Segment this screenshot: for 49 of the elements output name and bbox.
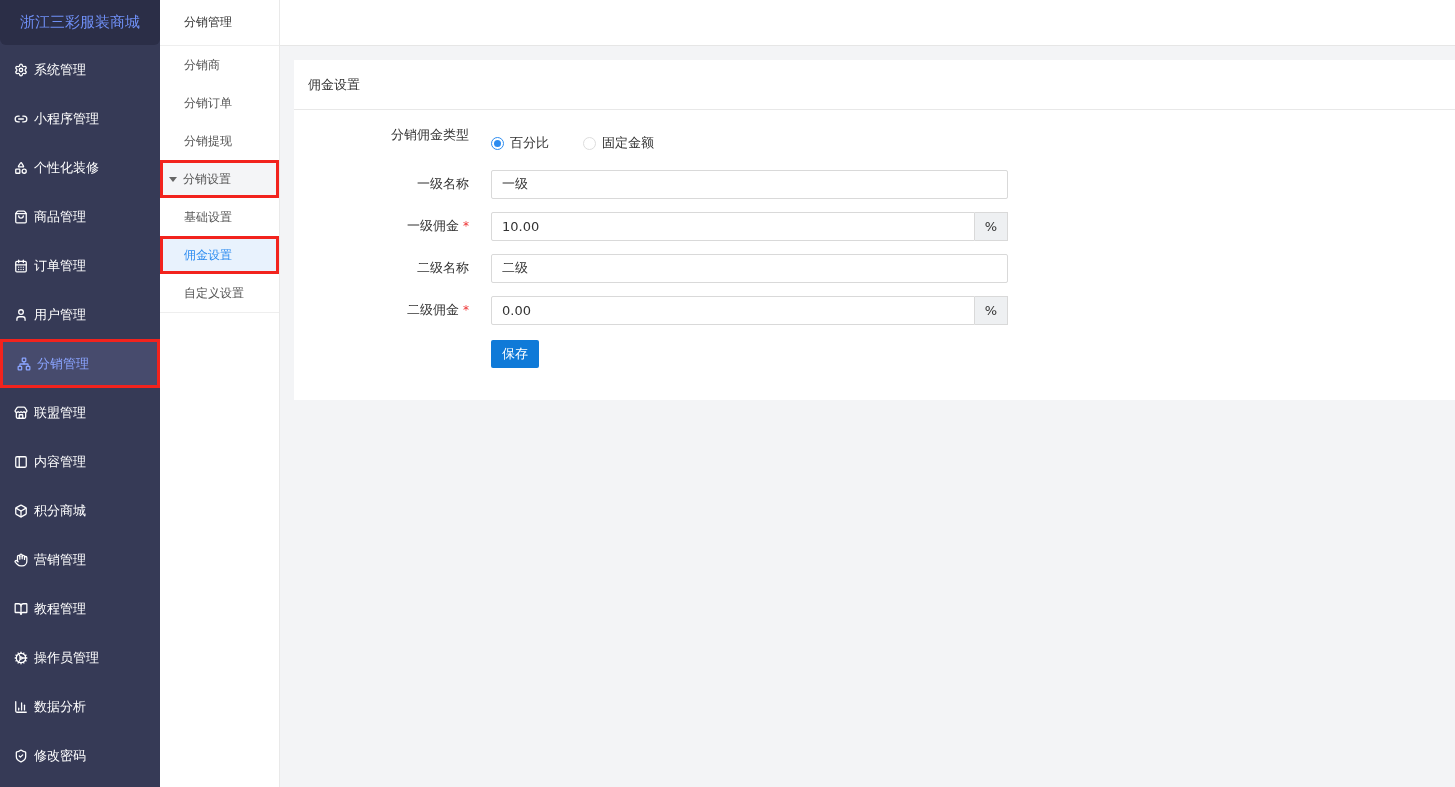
sidebar-item[interactable]: 个性化装修 (0, 143, 160, 192)
cog-icon (14, 650, 28, 665)
sidebar-item[interactable]: 操作员管理 (0, 633, 160, 682)
unit-addon: % (975, 295, 1008, 325)
bag-icon (14, 209, 28, 224)
card-title: 佣金设置 (294, 60, 1455, 110)
required-mark: * (463, 219, 469, 233)
input-field[interactable]: 一级 (491, 169, 1008, 199)
field-label: 分销佣金类型 (391, 126, 469, 144)
caret-icon (169, 176, 177, 182)
field-label: 二级名称 (417, 259, 469, 277)
sidebar-item[interactable]: 小程序管理 (0, 94, 160, 143)
cube-icon (14, 503, 28, 518)
shield-icon (14, 748, 28, 763)
sidebar-item[interactable]: 数据分析 (0, 682, 160, 731)
required-mark: * (463, 303, 469, 317)
field-label: 一级名称 (417, 175, 469, 193)
calendar-icon (14, 258, 28, 273)
user-icon (14, 307, 28, 322)
sidebar-item[interactable]: 积分商城 (0, 486, 160, 535)
input-field[interactable]: 10.00 (491, 211, 975, 241)
bar-chart-icon (14, 699, 28, 714)
sidebar-item[interactable]: 教程管理 (0, 584, 160, 633)
field-label: 一级佣金 (407, 217, 459, 235)
radio-option[interactable]: 百分比 (491, 134, 549, 152)
sidebar-item[interactable]: 系统管理 (0, 45, 160, 94)
network-icon (17, 356, 31, 371)
submenu-item[interactable]: 分销设置 (160, 160, 279, 198)
sidebar-item[interactable]: 分销管理 (0, 339, 160, 388)
hand-icon (14, 552, 28, 567)
gear-icon (14, 62, 28, 77)
field-label: 二级佣金 (407, 301, 459, 319)
book-icon (14, 601, 28, 616)
save-button[interactable]: 保存 (491, 340, 539, 368)
sidebar-item[interactable]: 营销管理 (0, 535, 160, 584)
sidebar-item[interactable]: 商品管理 (0, 192, 160, 241)
sidebar-item[interactable]: 订单管理 (0, 241, 160, 290)
input-field[interactable]: 二级 (491, 253, 1008, 283)
input-field[interactable]: 0.00 (491, 295, 975, 325)
sidebar-item[interactable]: 用户管理 (0, 290, 160, 339)
radio-option[interactable]: 固定金额 (583, 134, 654, 152)
brand-title: 浙江三彩服装商城 (0, 0, 160, 45)
sidebar-item[interactable]: 内容管理 (0, 437, 160, 486)
store-icon (14, 405, 28, 420)
sidebar-item[interactable]: 修改密码 (0, 731, 160, 780)
sidebar-item[interactable]: 联盟管理 (0, 388, 160, 437)
shapes-icon (14, 160, 28, 175)
unit-addon: % (975, 211, 1008, 241)
panel-icon (14, 454, 28, 469)
